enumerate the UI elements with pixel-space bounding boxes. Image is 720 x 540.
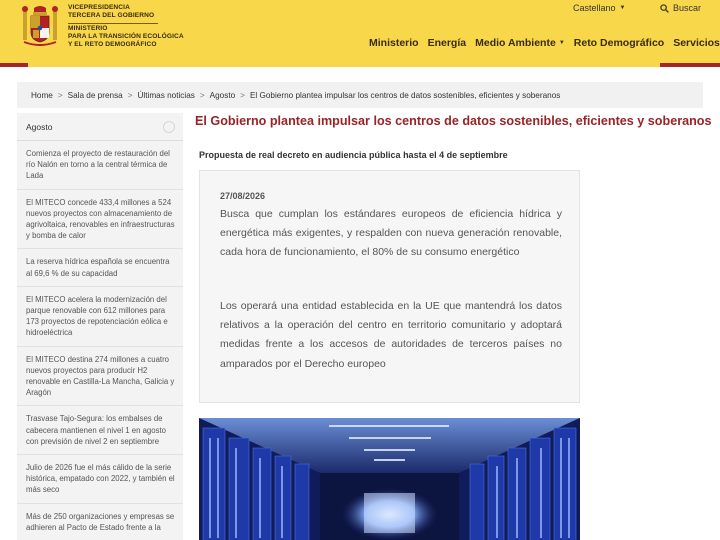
nav-label: Energía	[427, 37, 467, 49]
article-title: El Gobierno plantea impulsar los centros…	[195, 114, 712, 128]
nav-label: Ministerio	[369, 37, 419, 49]
nav-label: Medio Ambiente	[475, 37, 556, 49]
list-item[interactable]: Comienza el proyecto de restauración del…	[17, 141, 183, 190]
article-subtitle: Propuesta de real decreto en audiencia p…	[199, 150, 508, 160]
nav-servicios[interactable]: Servicios▼	[673, 37, 720, 49]
chevron-down-icon: ▼	[619, 5, 626, 11]
search-icon	[660, 3, 669, 13]
list-item[interactable]: El MITECO concede 433,4 millones a 524 n…	[17, 190, 183, 250]
list-item[interactable]: La reserva hídrica española se encuentra…	[17, 249, 183, 287]
coat-of-arms-logo[interactable]	[20, 4, 60, 48]
nav-medio-ambiente[interactable]: Medio Ambiente ▼	[475, 37, 565, 49]
search-button[interactable]: Buscar	[660, 3, 701, 13]
breadcrumb-sala-de-prensa[interactable]: Sala de prensa	[68, 91, 123, 100]
breadcrumb-agosto[interactable]: Agosto	[210, 91, 236, 100]
breadcrumb: Home > Sala de prensa > Últimas noticias…	[17, 82, 703, 108]
site-header: VICEPRESIDENCIA TERCERA DEL GOBIERNO MIN…	[0, 0, 720, 66]
breadcrumb-current: El Gobierno plantea impulsar los centros…	[249, 90, 561, 100]
list-item[interactable]: Julio de 2026 fue el más cálido de la se…	[17, 455, 183, 504]
article-summary-box: 27/08/2026 Busca que cumplan los estánda…	[199, 170, 580, 403]
nav-energia[interactable]: Energía	[428, 37, 467, 49]
gov-line-1: VICEPRESIDENCIA	[68, 4, 130, 11]
header-accent-stripe	[0, 63, 720, 67]
sidebar-news-list: Comienza el proyecto de restauración del…	[17, 141, 183, 540]
language-selector[interactable]: Castellano ▼	[573, 3, 625, 13]
sidebar-heading: Agosto	[26, 121, 53, 132]
news-sidebar: Agosto Comienza el proyecto de restaurac…	[17, 113, 183, 540]
data-center-photo	[199, 418, 580, 540]
breadcrumb-home[interactable]: Home	[31, 91, 53, 100]
server-room-image	[199, 418, 580, 540]
breadcrumb-separator-icon: >	[57, 90, 63, 100]
language-label: Castellano	[573, 3, 616, 13]
ministry-line-2: PARA LA TRANSICIÓN ECOLÓGICA	[68, 33, 184, 40]
chevron-down-icon: ▼	[558, 40, 565, 46]
breadcrumb-ultimas-noticias[interactable]: Últimas noticias	[138, 91, 195, 100]
nav-reto-demografico[interactable]: Reto Demográfico	[574, 37, 664, 49]
list-item[interactable]: Trasvase Tajo-Segura: los embalses de ca…	[17, 406, 183, 456]
list-item[interactable]: Más de 250 organizaciones y empresas se …	[17, 504, 183, 540]
ministry-line-3: Y EL RETO DEMOGRÁFICO	[68, 41, 157, 48]
summary-paragraph-2: Los operará una entidad establecida en l…	[220, 300, 562, 370]
nav-label: Reto Demográfico	[573, 37, 665, 49]
nav-label: Servicios	[673, 37, 720, 49]
ministry-line-1: MINISTERIO	[68, 25, 108, 32]
gov-line-2: TERCERA DEL GOBIERNO	[68, 12, 155, 19]
ministry-name: VICEPRESIDENCIA TERCERA DEL GOBIERNO MIN…	[68, 4, 184, 49]
name-divider	[68, 23, 158, 24]
list-item[interactable]: El MITECO destina 274 millones a cuatro …	[17, 347, 183, 407]
collapse-icon	[163, 120, 175, 133]
breadcrumb-separator-icon: >	[240, 90, 245, 100]
article-date: 27/08/2026	[220, 191, 266, 201]
search-label: Buscar	[673, 3, 702, 13]
sidebar-month-header[interactable]: Agosto	[17, 113, 183, 141]
nav-ministerio[interactable]: Ministerio	[369, 37, 419, 49]
breadcrumb-separator-icon: >	[199, 90, 205, 100]
main-navigation: Ministerio Energía Medio Ambiente ▼ Reto …	[369, 37, 720, 49]
list-item[interactable]: El MITECO acelera la modernización del p…	[17, 287, 183, 347]
breadcrumb-separator-icon: >	[127, 90, 133, 100]
summary-paragraph-1: Busca que cumplan los estándares europeo…	[220, 208, 562, 259]
